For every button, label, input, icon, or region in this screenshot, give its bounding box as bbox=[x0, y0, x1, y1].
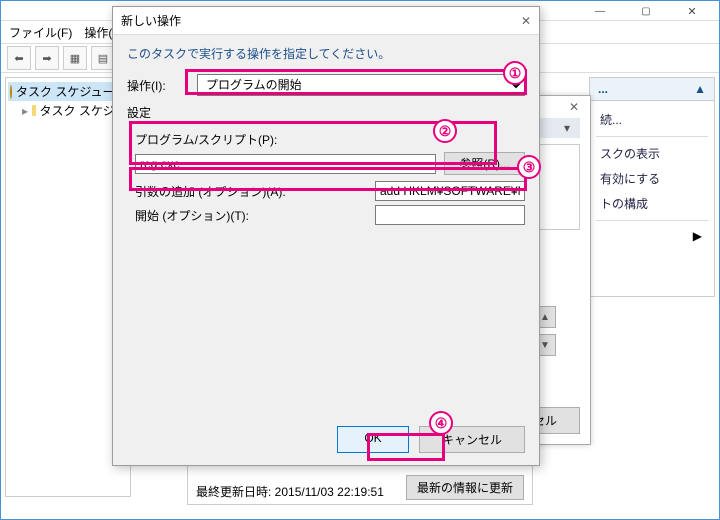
separator bbox=[596, 220, 708, 221]
action-label: 操作(I): bbox=[127, 77, 197, 94]
folder-icon bbox=[32, 105, 35, 116]
toolbar-forward-button[interactable]: ➡ bbox=[35, 46, 59, 70]
dialog-titlebar: 新しい操作 ✕ bbox=[113, 7, 539, 35]
collapse-icon[interactable]: ▲ bbox=[694, 82, 706, 96]
action-config[interactable]: トの構成 bbox=[594, 191, 710, 216]
settings-label: 設定 bbox=[127, 104, 525, 121]
status-text: 最終更新日時: 2015/11/03 22:19:51 bbox=[196, 483, 384, 500]
ok-button[interactable]: OK bbox=[337, 426, 409, 453]
separator bbox=[596, 136, 708, 137]
action-select[interactable]: プログラムの開始 bbox=[197, 74, 525, 96]
badge-3: ③ bbox=[517, 155, 541, 179]
dialog-close-button[interactable]: ✕ bbox=[521, 14, 531, 28]
badge-1: ① bbox=[503, 61, 527, 85]
start-in-label: 開始 (オプション)(T): bbox=[135, 207, 375, 224]
action-connect[interactable]: 続... bbox=[594, 107, 710, 132]
arguments-label: 引数の追加 (オプション)(A): bbox=[135, 183, 375, 200]
actions-header-text: ... bbox=[598, 82, 608, 96]
close-button[interactable] bbox=[669, 1, 715, 21]
refresh-button[interactable]: 最新の情報に更新 bbox=[406, 475, 524, 500]
actions-more-arrow[interactable]: ▶ bbox=[594, 225, 710, 247]
dialog-instruction: このタスクで実行する操作を指定してください。 bbox=[127, 45, 525, 62]
secondary-close-button[interactable]: ✕ bbox=[564, 98, 584, 116]
menu-file[interactable]: ファイル(F) bbox=[9, 24, 72, 41]
dialog-title: 新しい操作 bbox=[121, 12, 181, 29]
dropdown-icon[interactable]: ▾ bbox=[564, 121, 570, 135]
program-input[interactable] bbox=[135, 154, 436, 174]
toolbar-btn-1[interactable]: ▦ bbox=[63, 46, 87, 70]
action-enable[interactable]: 有効にする bbox=[594, 166, 710, 191]
new-action-dialog: 新しい操作 ✕ このタスクで実行する操作を指定してください。 操作(I): プロ… bbox=[112, 6, 540, 466]
expand-icon[interactable]: ▸ bbox=[22, 104, 28, 118]
browse-button[interactable]: 参照(R)... bbox=[444, 152, 525, 175]
clock-icon bbox=[10, 85, 12, 99]
action-show-task[interactable]: スクの表示 bbox=[594, 141, 710, 166]
minimize-button[interactable] bbox=[577, 1, 623, 21]
arguments-input[interactable] bbox=[375, 181, 525, 201]
toolbar-back-button[interactable]: ⬅ bbox=[7, 46, 31, 70]
badge-4: ④ bbox=[429, 411, 453, 435]
badge-2: ② bbox=[433, 119, 457, 143]
tree-child[interactable]: ▸ タスク スケジュ bbox=[8, 101, 128, 120]
program-label: プログラム/スクリプト(P): bbox=[135, 131, 525, 148]
tree-root[interactable]: タスク スケジューラ (ロ bbox=[8, 82, 128, 101]
actions-header: ... ▲ bbox=[590, 78, 714, 101]
actions-pane: ... ▲ 続... スクの表示 有効にする トの構成 ▶ bbox=[589, 77, 715, 297]
maximize-button[interactable] bbox=[623, 1, 669, 21]
start-in-input[interactable] bbox=[375, 205, 525, 225]
